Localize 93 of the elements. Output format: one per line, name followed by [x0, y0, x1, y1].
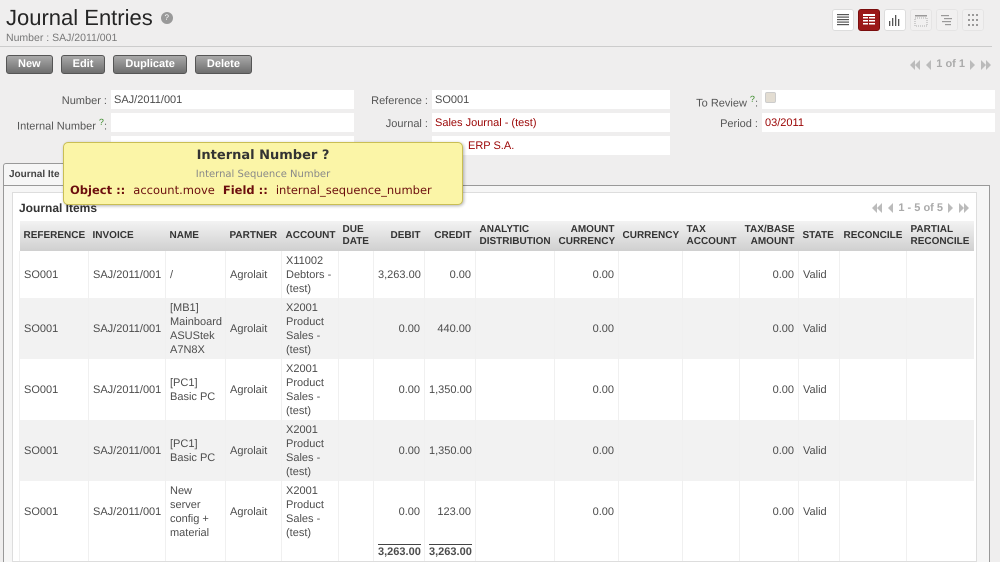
column-header[interactable]: CREDIT	[424, 221, 476, 252]
section-title: Journal Items	[19, 200, 98, 218]
table-cell: 0.00	[374, 298, 424, 360]
list-icon	[836, 13, 850, 27]
field-label: Number :	[60, 94, 107, 109]
page-title: Journal Entries	[6, 5, 153, 31]
bar-chart-icon	[888, 13, 902, 27]
record-subtitle: Number : SAJ/2011/001	[6, 31, 118, 46]
link-field[interactable]: ERP S.A.	[432, 136, 670, 156]
field-label: Reference :	[370, 94, 428, 109]
table-cell: 0.00	[374, 420, 424, 482]
table-cell: New server config + material	[166, 481, 226, 542]
table-cell: 0.00	[740, 481, 798, 542]
table-cell: Agrolait	[226, 481, 282, 542]
column-header[interactable]: PARTIAL RECONCILE	[906, 221, 974, 252]
table-cell: 0.00	[740, 298, 798, 360]
form-view-button[interactable]	[858, 9, 880, 31]
table-cell: SO001	[20, 420, 88, 482]
column-header[interactable]: STATE	[798, 221, 840, 252]
column-header[interactable]: DEBIT	[374, 221, 424, 252]
form-icon	[862, 13, 876, 27]
bar-chart-view-button[interactable]	[884, 9, 906, 31]
table-cell: [PC1] Basic PC	[166, 420, 226, 482]
table-cell: 0.00	[554, 420, 618, 482]
column-header[interactable]: ACCOUNT	[282, 221, 338, 252]
tooltip-key: Field ::	[222, 182, 268, 200]
column-header[interactable]: INVOICE	[88, 221, 166, 252]
help-mark[interactable]: ?	[750, 94, 755, 104]
column-header[interactable]: CURRENCY	[618, 221, 682, 252]
tooltip-subtitle: Internal Sequence Number	[196, 168, 330, 180]
field-label: Journal :	[384, 117, 428, 132]
table-cell: Agrolait	[226, 420, 282, 482]
gantt-icon	[940, 13, 954, 27]
tooltip-value: account.move	[133, 182, 215, 199]
next-page-icon	[969, 58, 976, 70]
table-cell: Valid	[798, 481, 840, 542]
tooltip-title: Internal Number ?	[196, 148, 330, 163]
column-header[interactable]: AMOUNT CURRENCY	[554, 221, 618, 252]
table-cell: [MB1] Mainboard ASUStek A7N8X	[166, 298, 226, 360]
table-cell: Agrolait	[226, 298, 282, 360]
checkbox[interactable]	[765, 92, 776, 103]
link-field[interactable]: Sales Journal - (test)	[432, 113, 670, 132]
table-cell: SO001	[20, 298, 88, 360]
table-cell: 0.00	[740, 420, 798, 482]
column-header[interactable]: TAX ACCOUNT	[682, 221, 740, 252]
input-field[interactable]: SO001	[432, 90, 670, 109]
table-cell: X2001 Product Sales - (test)	[282, 420, 338, 482]
tab[interactable]: Journal Ite	[3, 163, 66, 186]
table-cell: Valid	[798, 420, 840, 482]
last-page-icon	[980, 58, 992, 70]
label-colon: :	[104, 120, 107, 133]
field-label: Period :	[719, 117, 758, 132]
tooltip-key: Object ::	[70, 182, 126, 200]
table-cell: SAJ/2011/001	[88, 420, 166, 482]
pager-text: 1 of 1	[936, 57, 965, 72]
link-field[interactable]: 03/2011	[762, 113, 995, 132]
first-page-icon	[909, 58, 922, 70]
tooltip-value: internal_sequence_number	[276, 182, 432, 199]
table-cell: 440.00	[424, 298, 476, 360]
field-label: Internal Number	[17, 120, 96, 133]
table-cell: 123.00	[424, 481, 476, 542]
column-header[interactable]: NAME	[166, 221, 226, 252]
table-cell: 0.00	[554, 298, 618, 360]
table-cell: 0.00	[554, 481, 618, 542]
column-header[interactable]: REFERENCE	[20, 221, 88, 252]
list-view-button[interactable]	[832, 9, 854, 31]
column-header[interactable]: TAX/BASE AMOUNT	[740, 221, 798, 252]
first-page-icon	[871, 202, 884, 214]
pager-text: 1 - 5 of 5	[898, 201, 943, 216]
table-cell: SO001	[20, 481, 88, 542]
table-cell: X2001 Product Sales - (test)	[282, 481, 338, 542]
label-colon: :	[754, 98, 758, 110]
input-field[interactable]: SAJ/2011/001	[111, 90, 354, 109]
table-cell: Valid	[798, 298, 840, 360]
total-value: 3,263.00	[429, 544, 472, 560]
column-header[interactable]: DUE DATE	[338, 221, 374, 252]
previous-page-icon	[925, 58, 932, 70]
column-header[interactable]: RECONCILE	[840, 221, 906, 252]
calendar-icon	[914, 13, 928, 27]
last-page-icon	[958, 202, 970, 214]
grid-icon	[966, 13, 980, 27]
help-mark[interactable]: ?	[98, 117, 104, 128]
next-page-icon	[947, 202, 954, 214]
table-cell: 1,350.00	[424, 420, 476, 482]
column-header[interactable]: PARTNER	[226, 221, 282, 252]
column-header[interactable]: ANALYTIC DISTRIBUTION	[476, 221, 554, 252]
total-value: 3,263.00	[378, 544, 421, 560]
previous-page-icon	[887, 202, 894, 214]
field-label: To Review	[696, 98, 747, 110]
table-cell: SAJ/2011/001	[88, 298, 166, 360]
table-cell: 0.00	[374, 481, 424, 542]
table-cell: X2001 Product Sales - (test)	[282, 298, 338, 360]
table-cell: SAJ/2011/001	[88, 481, 166, 542]
